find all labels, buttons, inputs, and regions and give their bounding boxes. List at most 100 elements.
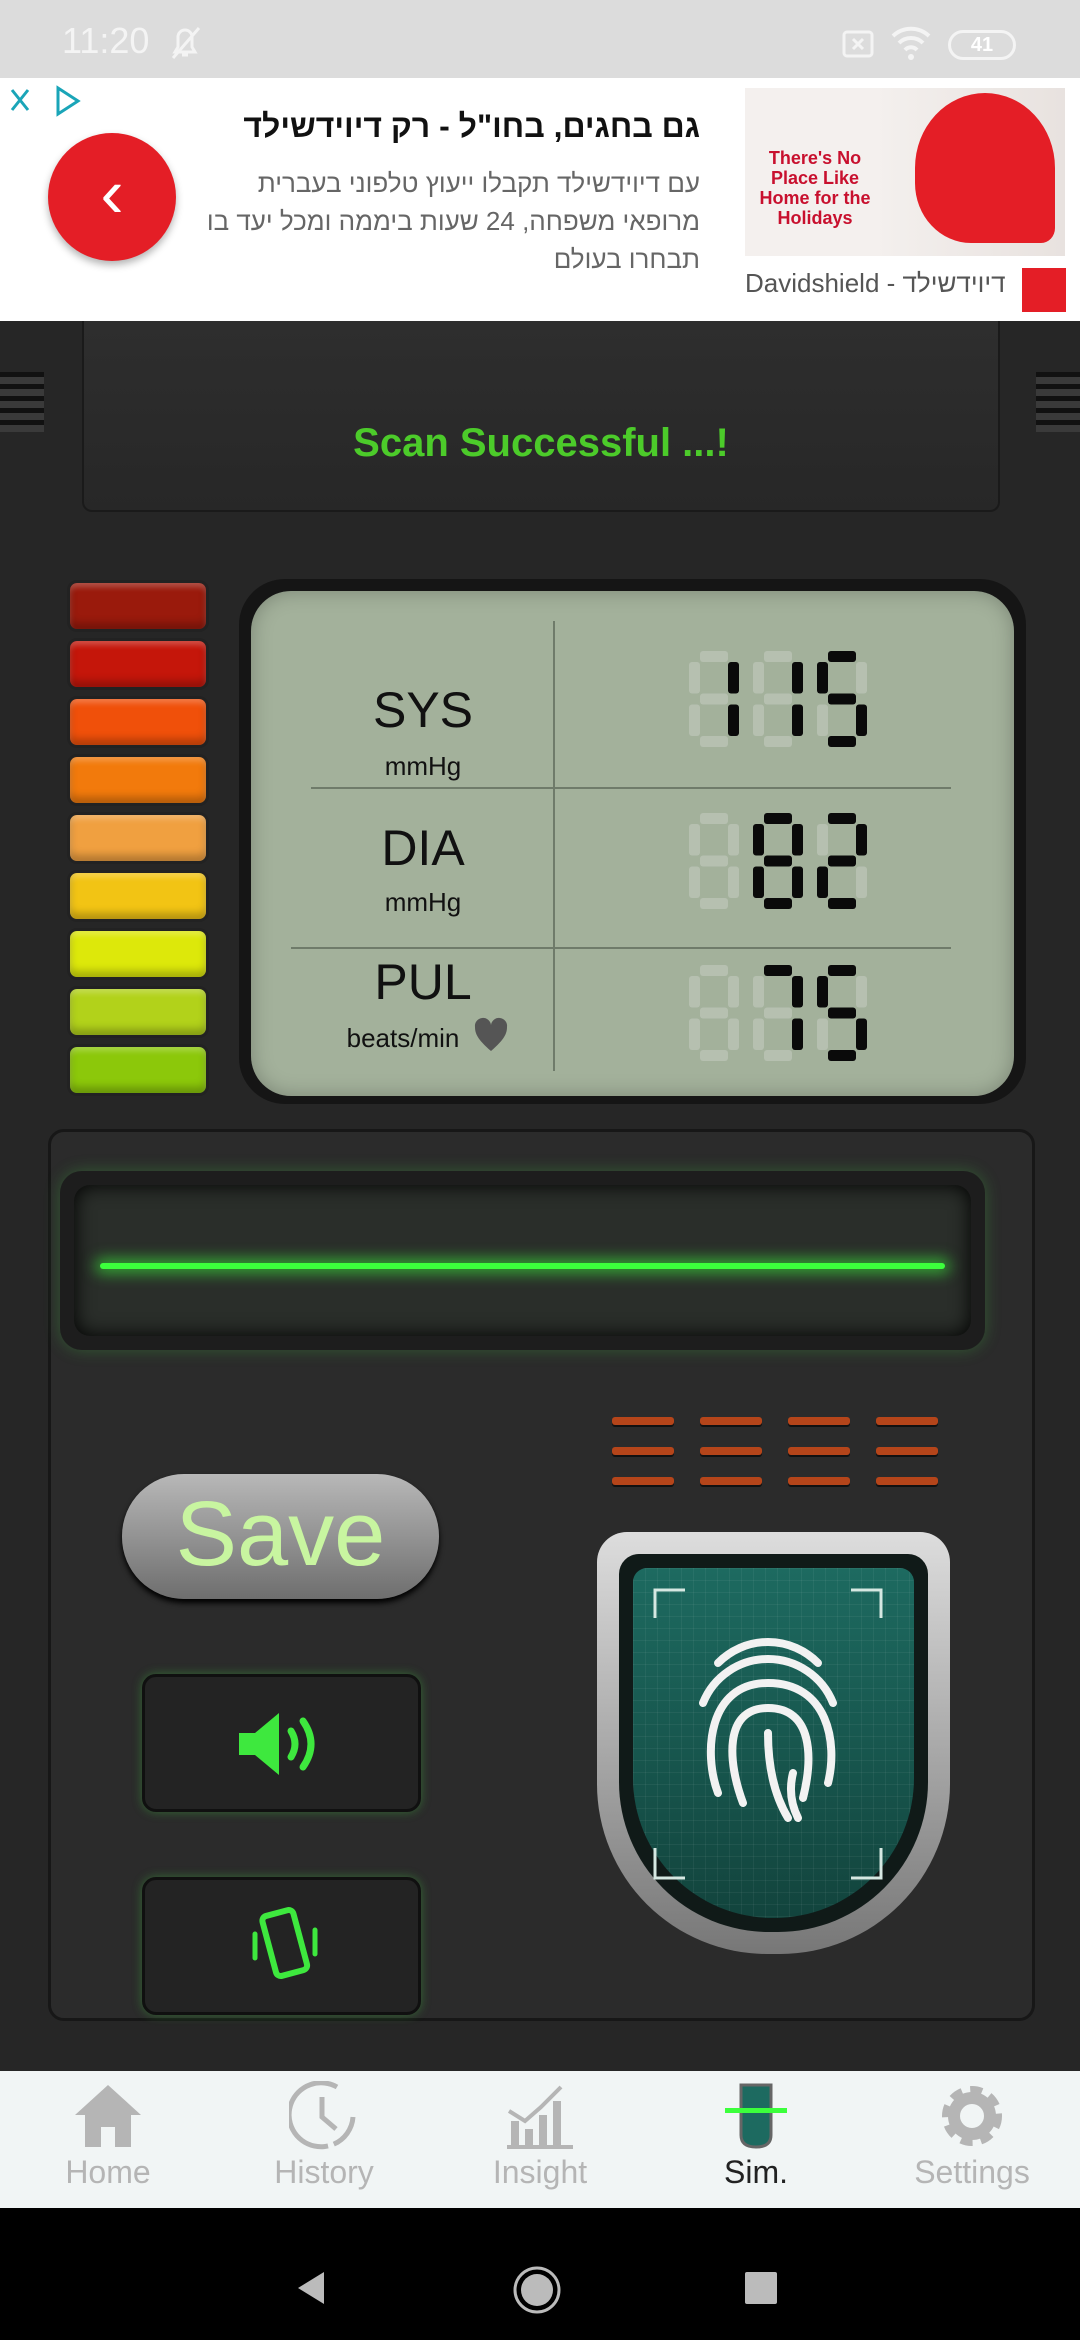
bell-off-icon [171,27,201,59]
wifi-icon [891,26,931,60]
lcd-segment [689,866,700,898]
lcd-segment [728,824,739,856]
lcd-segment [828,1050,856,1061]
lcd-segment [700,1007,728,1019]
lcd-segment [753,866,764,898]
scan-message: Scan Successful ...! [353,421,729,465]
lcd-segment [753,976,764,1008]
lcd-display: SYS mmHg DIA mmHg PUL beats/min [251,591,1014,1096]
gear-icon [942,2086,1002,2146]
nav-home[interactable]: Home [0,2071,216,2208]
recents-icon[interactable] [743,2270,779,2306]
fingerprint-icon [725,2083,787,2149]
lcd-segment [817,704,828,736]
nav-label: Sim. [724,2154,788,2190]
lcd-segment [856,1018,867,1050]
lcd-segment [700,693,728,705]
pul-value [689,965,867,1061]
home-icon [75,2085,141,2147]
lcd-segment [764,693,792,705]
ad-image-text: There's No Place Like Home for the Holid… [759,148,871,228]
level-led [67,638,209,690]
sim-x-icon [842,30,874,58]
dia-value [689,813,867,909]
back-icon[interactable] [292,2268,332,2308]
lcd-segment [792,866,803,898]
dia-label: DIA [381,820,465,876]
nav-label: Home [65,2154,151,2190]
lcd-segment [700,651,728,662]
lcd-segment [728,662,739,694]
fingerprint-icon [699,1637,837,1822]
lcd-segment [828,898,856,909]
level-led [67,1044,209,1096]
ad-banner[interactable]: ‹ גם בחגים, בחו"ל - רק דיוידשילד עם דיוי… [0,78,1080,321]
lcd-segment [828,1007,856,1019]
lcd-segment [856,662,867,694]
sound-button[interactable] [142,1674,421,1812]
lcd-segment [828,693,856,705]
lcd-segment [817,1018,828,1050]
lcd-segment [700,736,728,747]
nav-sim[interactable]: Sim. [648,2071,864,2208]
lcd-segment [728,1018,739,1050]
ad-choices-icon[interactable] [8,84,84,120]
lcd-segment [792,704,803,736]
scan-progress-bar [60,1171,985,1350]
status-time: 11:20 [62,20,150,61]
ad-body: עם דיוידשילד תקבלו ייעוץ טלפוני בעברית מ… [206,168,700,274]
lcd-segment [753,1018,764,1050]
lcd-segment [700,965,728,976]
level-led [67,696,209,748]
level-led [67,754,209,806]
lcd-segment [792,662,803,694]
battery-icon: 41 [948,30,1016,60]
ad-title[interactable]: גם בחגים, בחו"ל - רק דיוידשילד [180,108,700,145]
nav-label: History [274,2154,374,2190]
ad-image[interactable]: There's No Place Like Home for the Holid… [745,88,1065,256]
lcd-segment [764,736,792,747]
lcd-segment [817,866,828,898]
fingerprint-scanner[interactable] [597,1532,950,1954]
indicator-dash [788,1447,850,1455]
lcd-segment [764,813,792,824]
level-led [67,580,209,632]
pul-label: PUL [374,954,472,1010]
lcd-segment [828,813,856,824]
lcd-segment [753,824,764,856]
lcd-segment [764,855,792,867]
lcd-segment [792,824,803,856]
nav-history[interactable]: History [216,2071,432,2208]
nav-insight[interactable]: Insight [432,2071,648,2208]
lcd-segment [817,976,828,1008]
indicator-dash [700,1447,762,1455]
history-icon [289,2081,356,2150]
chevron-left-icon[interactable]: ‹ [48,133,176,261]
vibrate-icon [252,1907,318,1979]
status-panel: Scan Successful ...! [82,321,1000,512]
lcd-segment [764,898,792,909]
battery-level: 41 [970,34,994,56]
bottom-nav: Home History Insight Sim. Settings [0,2071,1080,2208]
lcd-segment [753,704,764,736]
lcd-segment [856,976,867,1008]
indicator-dash [612,1477,674,1485]
lcd-segment [700,898,728,909]
indicator-dash [700,1477,762,1485]
vibrate-button[interactable] [142,1877,421,2015]
home-button-icon[interactable] [512,2265,562,2315]
lcd-segment [700,813,728,824]
save-button[interactable]: Save [122,1474,439,1599]
level-led [67,928,209,980]
chart-icon [507,2085,573,2149]
nav-settings[interactable]: Settings [864,2071,1080,2208]
system-nav-bar [0,2208,1080,2340]
sys-unit: mmHg [384,751,462,781]
sys-label: SYS [372,682,474,738]
lcd-segment [689,976,700,1008]
lcd-segment [856,704,867,736]
indicator-dash [700,1417,762,1425]
heart-icon [474,1017,508,1051]
lcd-segment [828,855,856,867]
lcd-segment [689,704,700,736]
